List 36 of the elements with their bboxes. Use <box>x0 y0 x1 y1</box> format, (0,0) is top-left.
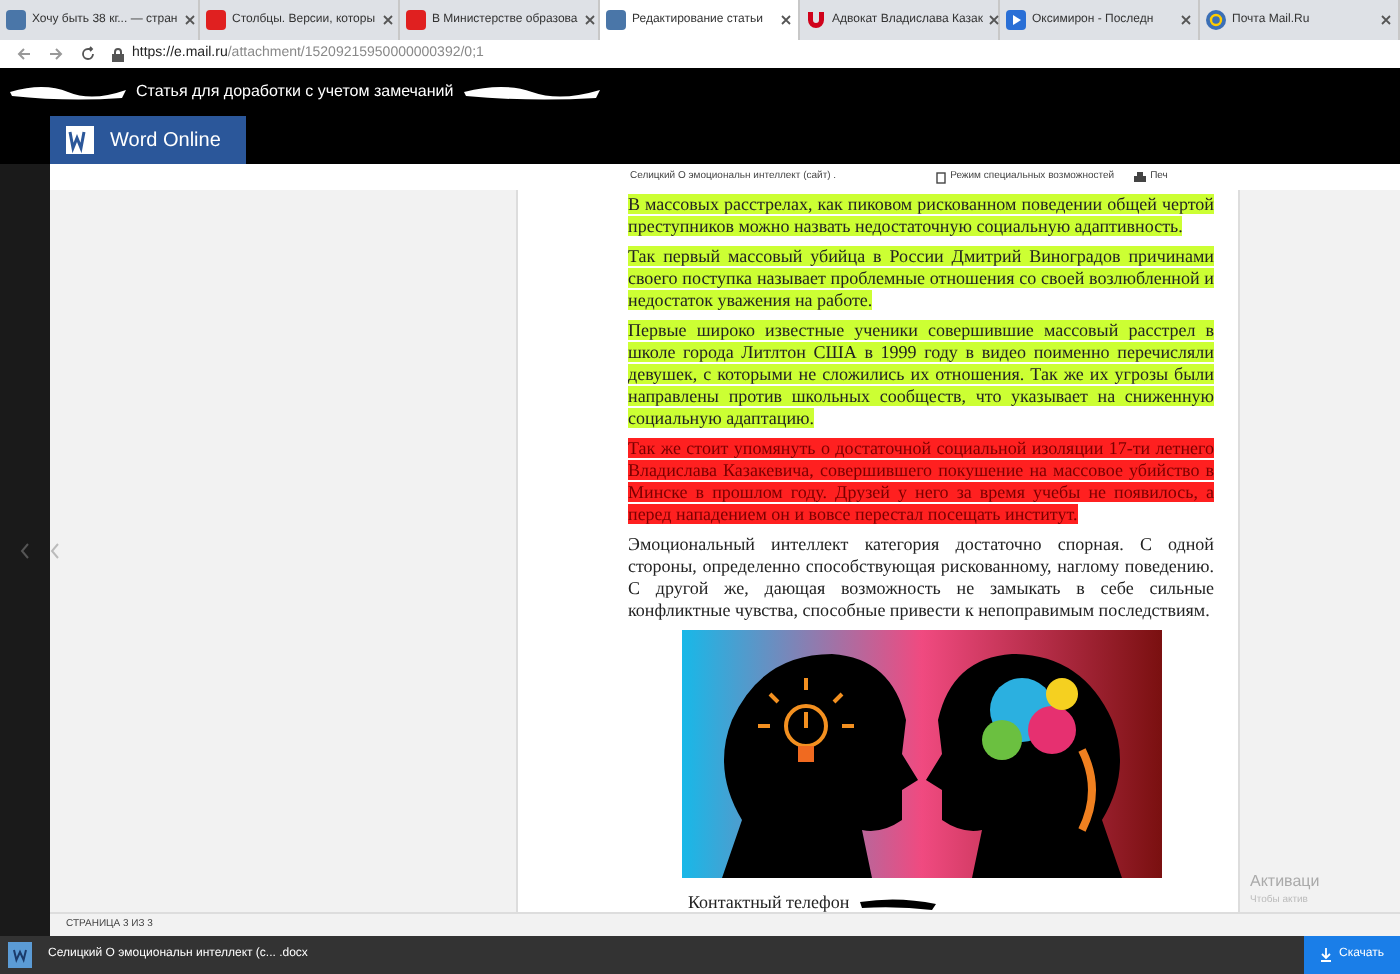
site-icon <box>606 10 626 30</box>
app-name: Word Online <box>110 127 221 155</box>
printer-icon <box>1134 171 1147 183</box>
close-icon[interactable] <box>1380 14 1392 26</box>
app-brand[interactable]: Word Online <box>50 116 246 164</box>
close-icon[interactable] <box>183 14 196 26</box>
reload-icon[interactable] <box>80 46 96 62</box>
back-icon[interactable] <box>16 46 32 62</box>
close-icon[interactable] <box>381 14 394 26</box>
redaction-scribble <box>857 895 938 912</box>
close-icon[interactable] <box>1180 14 1192 26</box>
activation-title: Активаци <box>1250 869 1322 893</box>
contact-label: Контактный телефон <box>688 890 850 912</box>
document-title: Статья для доработки с учетом замечаний <box>136 80 454 104</box>
close-icon[interactable] <box>988 14 1001 26</box>
site-icon <box>6 10 26 30</box>
document-paragraph: В массовых расстрелах, как пиковом рискованном поведении общей чертой преступников можно назвать недостаточную социальную адаптивность. <box>628 194 1214 238</box>
forward-icon[interactable] <box>48 46 64 62</box>
download-icon <box>1319 948 1331 962</box>
document-icon <box>936 171 947 183</box>
close-icon[interactable] <box>583 14 596 26</box>
magnet-icon <box>806 10 826 30</box>
document-paragraph: Так же стоит упомянуть о достаточной социальной изоляции 17-ти летнего Владислава Казакевича, совершившего покушение на массовое убийство в Минске в прошлом году. Друзей у него за время учебы не появилось, а перед нападением он и вовсе перестал посещать институт. <box>628 438 1214 526</box>
document-paragraph: Первые широко известные ученики совершившие массовый расстрел в школе города Литлтон США в 1999 году в видео поименно перечисляли девушек, с которыми не сложились их отношения. Так же их угрозы были направлены против школьных сообществ, что указывает на сниженную социальную адаптацию. <box>628 320 1214 430</box>
word-file-icon <box>8 942 32 968</box>
mail-icon <box>1206 10 1226 30</box>
site-icon <box>206 10 226 30</box>
close-icon[interactable] <box>780 14 792 26</box>
site-icon <box>406 10 426 30</box>
play-icon <box>1006 10 1026 30</box>
redaction-scribble <box>461 82 602 102</box>
lock-icon <box>112 47 124 61</box>
word-logo-icon <box>66 126 94 154</box>
document-paragraph: Эмоциональный интеллект категория достаточно спорная. С одной стороны, определенно способствующая рискованному, наглому поведению. С другой же, дающая возможность не замыкать в себе сильные конфликтные чувства, способные привести к непоправимым последствиям. <box>628 534 1214 622</box>
redaction-scribble <box>8 82 128 102</box>
document-paragraph: Так первый массовый убийца в России Дмитрий Виноградов причинами своего поступка называет проблемные отношения со своей возлюбленной и недостаток уважения на работе. <box>628 246 1214 312</box>
